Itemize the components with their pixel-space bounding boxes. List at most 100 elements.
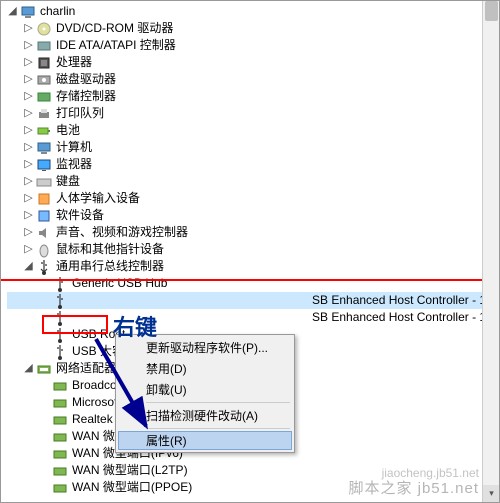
expand-icon[interactable]: ▷ <box>23 159 34 170</box>
expand-icon[interactable]: ▷ <box>23 74 34 85</box>
collapse-icon[interactable]: ◢ <box>23 363 34 374</box>
collapse-icon[interactable]: ◢ <box>7 6 18 17</box>
context-menu-item[interactable]: 卸载(U) <box>118 379 292 400</box>
spacer <box>39 482 50 493</box>
usb-device-icon <box>52 344 68 360</box>
network-adapter-icon <box>52 429 68 445</box>
spacer <box>39 312 50 323</box>
tree-category[interactable]: ▷ 磁盘驱动器 <box>7 71 499 88</box>
usb-icon <box>36 259 52 275</box>
network-adapter-icon <box>52 412 68 428</box>
computer-icon <box>20 4 36 20</box>
expand-icon[interactable]: ▷ <box>23 193 34 204</box>
watermark-main: 脚本之家 jb51.net <box>348 477 479 498</box>
cpu-icon <box>36 55 52 71</box>
tree-device-usb[interactable]: Generic USB Hub <box>7 275 499 292</box>
spacer <box>39 414 50 425</box>
category-label: DVD/CD-ROM 驱动器 <box>56 20 173 37</box>
tree-root-label: charlin <box>40 3 75 20</box>
expand-icon[interactable]: ▷ <box>23 108 34 119</box>
spacer <box>39 346 50 357</box>
usb-device-icon <box>52 276 68 292</box>
category-label: 网络适配器 <box>56 360 116 377</box>
usb-device-icon <box>52 310 68 326</box>
tree-category[interactable]: ▷ 计算机 <box>7 139 499 156</box>
scrollbar-thumb[interactable] <box>485 1 498 21</box>
expand-icon[interactable]: ▷ <box>23 210 34 221</box>
tree-category[interactable]: ▷ 人体学输入设备 <box>7 190 499 207</box>
expand-icon[interactable]: ▷ <box>23 57 34 68</box>
category-label: 磁盘驱动器 <box>56 71 116 88</box>
annotation-right-click: 右键 <box>113 310 157 342</box>
spacer <box>39 380 50 391</box>
context-menu: 更新驱动程序软件(P)...禁用(D)卸载(U)扫描检测硬件改动(A)属性(R) <box>115 334 295 453</box>
tree-category[interactable]: ▷ 电池 <box>7 122 499 139</box>
expand-icon[interactable]: ▷ <box>23 142 34 153</box>
category-label: 处理器 <box>56 54 92 71</box>
collapse-icon[interactable]: ◢ <box>23 261 34 272</box>
network-adapter-icon <box>52 395 68 411</box>
category-label: 计算机 <box>56 139 92 156</box>
tree-device-usb[interactable]: Intel(R)SB Enhanced Host Controller - 1C… <box>7 292 499 309</box>
keyboard-icon <box>36 174 52 190</box>
context-menu-item[interactable]: 扫描检测硬件改动(A) <box>118 405 292 426</box>
vertical-scrollbar[interactable]: ▾ <box>482 1 499 502</box>
tree-category[interactable]: ▷存储控制器 <box>7 88 499 105</box>
network-adapter-icon <box>52 378 68 394</box>
category-label: 键盘 <box>56 173 80 190</box>
category-label: 电池 <box>56 122 80 139</box>
storage-icon <box>36 89 52 105</box>
device-label: Generic USB Hub <box>72 275 167 292</box>
scrollbar-down-button[interactable]: ▾ <box>483 485 500 502</box>
expand-icon[interactable]: ▷ <box>23 23 34 34</box>
spacer <box>39 295 50 306</box>
computer-icon <box>36 140 52 156</box>
tree-category[interactable]: ▷ DVD/CD-ROM 驱动器 <box>7 20 499 37</box>
tree-category-usb[interactable]: ◢ 通用串行总线控制器 <box>7 258 499 275</box>
category-label: IDE ATA/ATAPI 控制器 <box>56 37 176 54</box>
spacer <box>39 397 50 408</box>
expand-icon[interactable]: ▷ <box>23 91 34 102</box>
tree-device-usb[interactable]: Intel(R)SB Enhanced Host Controller - 1C… <box>7 309 499 326</box>
tree-category[interactable]: ▷ 打印队列 <box>7 105 499 122</box>
device-label: WAN 微型端口(L2TP) <box>72 462 188 479</box>
network-adapter-icon <box>52 480 68 496</box>
network-adapter-icon <box>52 463 68 479</box>
menu-separator <box>146 428 290 429</box>
network-adapter-icon <box>52 446 68 462</box>
context-menu-item[interactable]: 属性(R) <box>118 431 292 450</box>
spacer <box>39 431 50 442</box>
tree-category[interactable]: ▷鼠标和其他指针设备 <box>7 241 499 258</box>
tree-category[interactable]: ▷ IDE ATA/ATAPI 控制器 <box>7 37 499 54</box>
category-label: 监视器 <box>56 156 92 173</box>
hid-icon <box>36 191 52 207</box>
spacer <box>39 278 50 289</box>
device-label: Microsoft <box>72 394 121 411</box>
device-label: WAN 微型端口(PPOE) <box>72 479 192 496</box>
tree-category[interactable]: ▷ 键盘 <box>7 173 499 190</box>
tree-category[interactable]: ▷声音、视频和游戏控制器 <box>7 224 499 241</box>
device-manager-window: ◢ charlin ▷ DVD/CD-ROM 驱动器 ▷ IDE ATA/ATAPI … <box>0 0 500 503</box>
usb-device-icon <box>52 327 68 343</box>
category-label: 通用串行总线控制器 <box>56 258 164 275</box>
context-menu-item[interactable]: 禁用(D) <box>118 358 292 379</box>
expand-icon[interactable]: ▷ <box>23 227 34 238</box>
spacer <box>39 448 50 459</box>
category-label: 人体学输入设备 <box>56 190 140 207</box>
software-icon <box>36 208 52 224</box>
tree-root[interactable]: ◢ charlin <box>7 3 499 20</box>
expand-icon[interactable]: ▷ <box>23 244 34 255</box>
printer-icon <box>36 106 52 122</box>
expand-icon[interactable]: ▷ <box>23 40 34 51</box>
category-label: 打印队列 <box>56 105 104 122</box>
usb-device-icon <box>52 293 68 309</box>
tree-category[interactable]: ▷ 处理器 <box>7 54 499 71</box>
device-suffix: SB Enhanced Host Controller - 1C26 <box>312 309 500 326</box>
tree-category[interactable]: ▷软件设备 <box>7 207 499 224</box>
battery-icon <box>36 123 52 139</box>
tree-category[interactable]: ▷ 监视器 <box>7 156 499 173</box>
expand-icon[interactable]: ▷ <box>23 125 34 136</box>
device-suffix: SB Enhanced Host Controller - 1C2D <box>312 292 500 309</box>
network-icon <box>36 361 52 377</box>
expand-icon[interactable]: ▷ <box>23 176 34 187</box>
